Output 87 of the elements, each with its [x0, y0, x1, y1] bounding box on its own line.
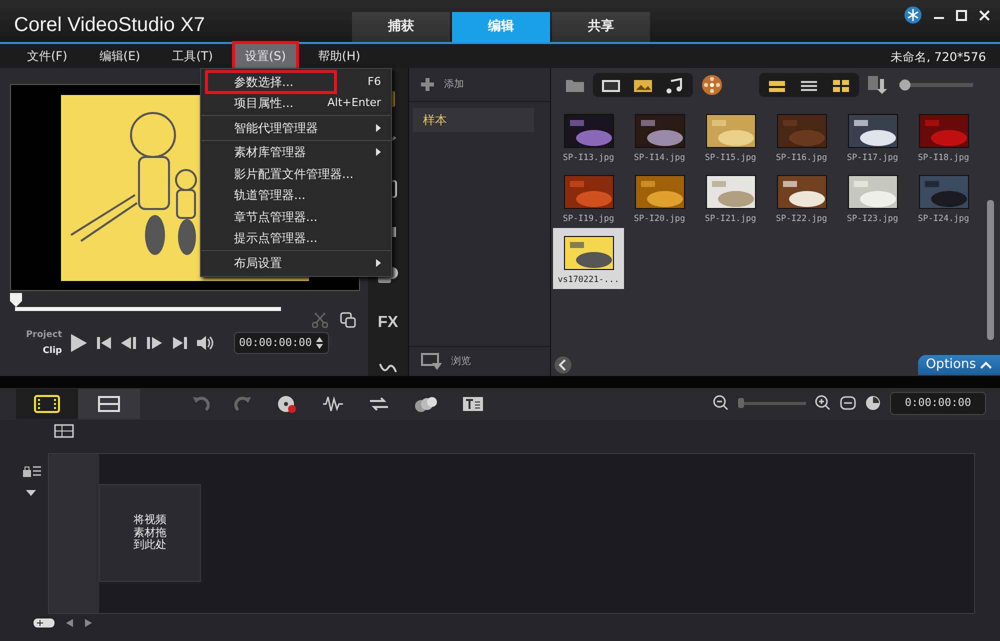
- lock-icon[interactable]: [22, 464, 42, 478]
- scissors-icon[interactable]: [312, 312, 328, 328]
- add-icon[interactable]: [421, 78, 434, 91]
- title-icon[interactable]: [462, 396, 484, 412]
- menu-item[interactable]: 编辑(E): [86, 41, 154, 71]
- media-thumbnail[interactable]: SP-I20.jpg: [624, 167, 695, 228]
- drop-zone[interactable]: 将视频素材拖到此处: [99, 484, 201, 582]
- menu-item[interactable]: 文件(F): [14, 41, 80, 71]
- undo-icon[interactable]: [192, 395, 210, 413]
- image-icon[interactable]: [633, 78, 653, 94]
- menu-option[interactable]: 章节点管理器...: [201, 206, 391, 228]
- browse-label[interactable]: 浏览: [451, 354, 471, 369]
- previous-frame-icon[interactable]: [120, 336, 138, 350]
- step-tab[interactable]: 捕获: [352, 12, 450, 42]
- fit-icon[interactable]: [840, 396, 856, 410]
- close-icon[interactable]: [979, 10, 990, 20]
- circles-icon[interactable]: [414, 395, 438, 413]
- menu-option[interactable]: 布局设置: [201, 252, 391, 274]
- timecode-field[interactable]: 00:00:00:00: [234, 332, 329, 354]
- play-icon[interactable]: [70, 333, 88, 353]
- scroll-left-icon[interactable]: [554, 356, 572, 374]
- folder-icon[interactable]: [565, 77, 585, 93]
- scroll-left-icon[interactable]: [66, 619, 74, 627]
- menu-item[interactable]: 帮助(H): [304, 41, 374, 71]
- options-button[interactable]: Options: [918, 355, 1000, 375]
- menu-option[interactable]: 影片配置文件管理器...: [201, 163, 391, 184]
- media-thumbnail[interactable]: SP-I23.jpg: [837, 167, 908, 228]
- timeline-icon: [98, 396, 120, 412]
- menu-item[interactable]: 工具(T): [159, 41, 226, 71]
- menu-option[interactable]: 项目属性... Alt+Enter: [201, 92, 391, 114]
- media-thumbnail[interactable]: SP-I16.jpg: [766, 106, 837, 167]
- music-note-icon[interactable]: [665, 78, 685, 94]
- project-mode-label[interactable]: Project: [26, 327, 62, 343]
- app-title: Corel VideoStudio X7: [14, 13, 205, 38]
- media-thumbnail[interactable]: SP-I19.jpg: [553, 167, 624, 228]
- timecode-field[interactable]: 0:00:00:00: [890, 392, 986, 414]
- sort-icon[interactable]: [867, 75, 887, 95]
- scrollbar[interactable]: [987, 200, 994, 340]
- fx-tab[interactable]: FX: [378, 311, 398, 335]
- slider-knob[interactable]: [738, 398, 744, 408]
- caret-down-icon[interactable]: [26, 490, 36, 496]
- path-icon[interactable]: [379, 362, 397, 374]
- media-thumbnail[interactable]: SP-I22.jpg: [766, 167, 837, 228]
- speaker-icon[interactable]: [196, 336, 214, 350]
- media-thumbnail[interactable]: SP-I24.jpg: [908, 167, 979, 228]
- zoom-in-icon[interactable]: [815, 395, 831, 412]
- timeline-view-button[interactable]: [78, 389, 140, 419]
- grid-view-icon[interactable]: [831, 78, 851, 94]
- menu-item[interactable]: 设置(S): [232, 41, 299, 71]
- media-thumbnail[interactable]: vs170221-...: [553, 228, 624, 289]
- step-tab[interactable]: 共享: [552, 12, 650, 42]
- menu-option[interactable]: 提示点管理器...: [201, 228, 391, 249]
- spinner-icon[interactable]: [314, 336, 324, 350]
- media-thumbnail[interactable]: SP-I14.jpg: [624, 106, 695, 167]
- storyboard-view-button[interactable]: [16, 389, 78, 419]
- next-frame-icon[interactable]: [146, 336, 164, 350]
- folder-item[interactable]: 样本: [413, 108, 534, 132]
- slider-knob[interactable]: [899, 79, 911, 91]
- waveform-icon[interactable]: [322, 395, 344, 413]
- media-thumbnail[interactable]: SP-I17.jpg: [837, 106, 908, 167]
- film-reel-icon[interactable]: [701, 74, 723, 96]
- skip-start-icon[interactable]: [96, 336, 112, 350]
- scrubber-handle[interactable]: [10, 293, 22, 307]
- menu-option[interactable]: 素材库管理器: [201, 142, 391, 163]
- swap-arrows-icon[interactable]: [368, 395, 390, 413]
- clock-icon: [865, 395, 881, 412]
- redo-icon[interactable]: [234, 395, 252, 413]
- media-thumbnail[interactable]: SP-I13.jpg: [553, 106, 624, 167]
- add-label[interactable]: 添加: [444, 77, 464, 92]
- media-thumbnail[interactable]: SP-I15.jpg: [695, 106, 766, 167]
- project-info: 未命名, 720*576: [890, 49, 986, 66]
- chevron-up-icon: [980, 361, 992, 369]
- menu-option[interactable]: 智能代理管理器: [201, 117, 391, 138]
- maximize-icon[interactable]: [956, 10, 967, 20]
- record-icon[interactable]: [276, 394, 298, 414]
- media-thumbnail[interactable]: SP-I21.jpg: [695, 167, 766, 228]
- snowflake-icon[interactable]: [904, 6, 922, 24]
- skip-end-icon[interactable]: [172, 336, 188, 350]
- browse-icon[interactable]: [421, 352, 443, 370]
- enlarge-icon[interactable]: [340, 312, 356, 328]
- add-track-icon[interactable]: [33, 618, 55, 628]
- scroll-right-icon[interactable]: [84, 619, 92, 627]
- media-thumbnail[interactable]: SP-I18.jpg: [908, 106, 979, 167]
- menu-option[interactable]: 轨道管理器...: [201, 184, 391, 206]
- clip-mode-label[interactable]: Clip: [42, 343, 62, 359]
- track-manager-icon[interactable]: [54, 424, 74, 438]
- zoom-out-icon[interactable]: [713, 395, 729, 412]
